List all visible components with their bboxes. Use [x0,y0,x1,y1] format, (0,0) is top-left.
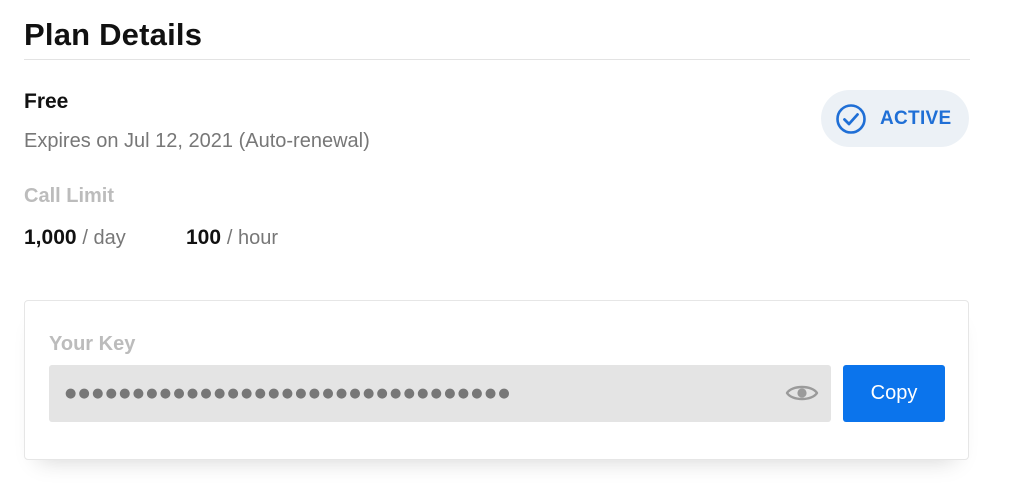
api-key-card: Your Key ●●●●●●●●●●●●●●●●●●●●●●●●●●●●●●●… [24,300,969,460]
eye-icon[interactable] [785,382,819,404]
api-key-field[interactable]: ●●●●●●●●●●●●●●●●●●●●●●●●●●●●●●●●● [49,365,831,422]
daily-limit-value: 1,000 [24,226,77,249]
title-divider [24,59,970,60]
daily-limit: 1,000 / day [24,226,126,250]
status-badge: ACTIVE [821,90,969,147]
hourly-limit: 100 / hour [186,226,278,250]
hourly-limit-unit: / hour [226,227,279,249]
page-title: Plan Details [24,17,203,52]
status-label: ACTIVE [880,107,952,129]
call-limit-label: Call Limit [24,185,115,207]
api-key-masked-value: ●●●●●●●●●●●●●●●●●●●●●●●●●●●●●●●●● [65,386,512,401]
check-circle-icon [835,103,867,135]
hourly-limit-value: 100 [186,226,222,249]
copy-button[interactable]: Copy [843,365,945,422]
plan-name: Free [24,90,69,113]
plan-expiry: Expires on Jul 12, 2021 (Auto-renewal) [24,130,370,152]
api-key-label: Your Key [49,333,136,355]
daily-limit-unit: / day [82,227,126,249]
